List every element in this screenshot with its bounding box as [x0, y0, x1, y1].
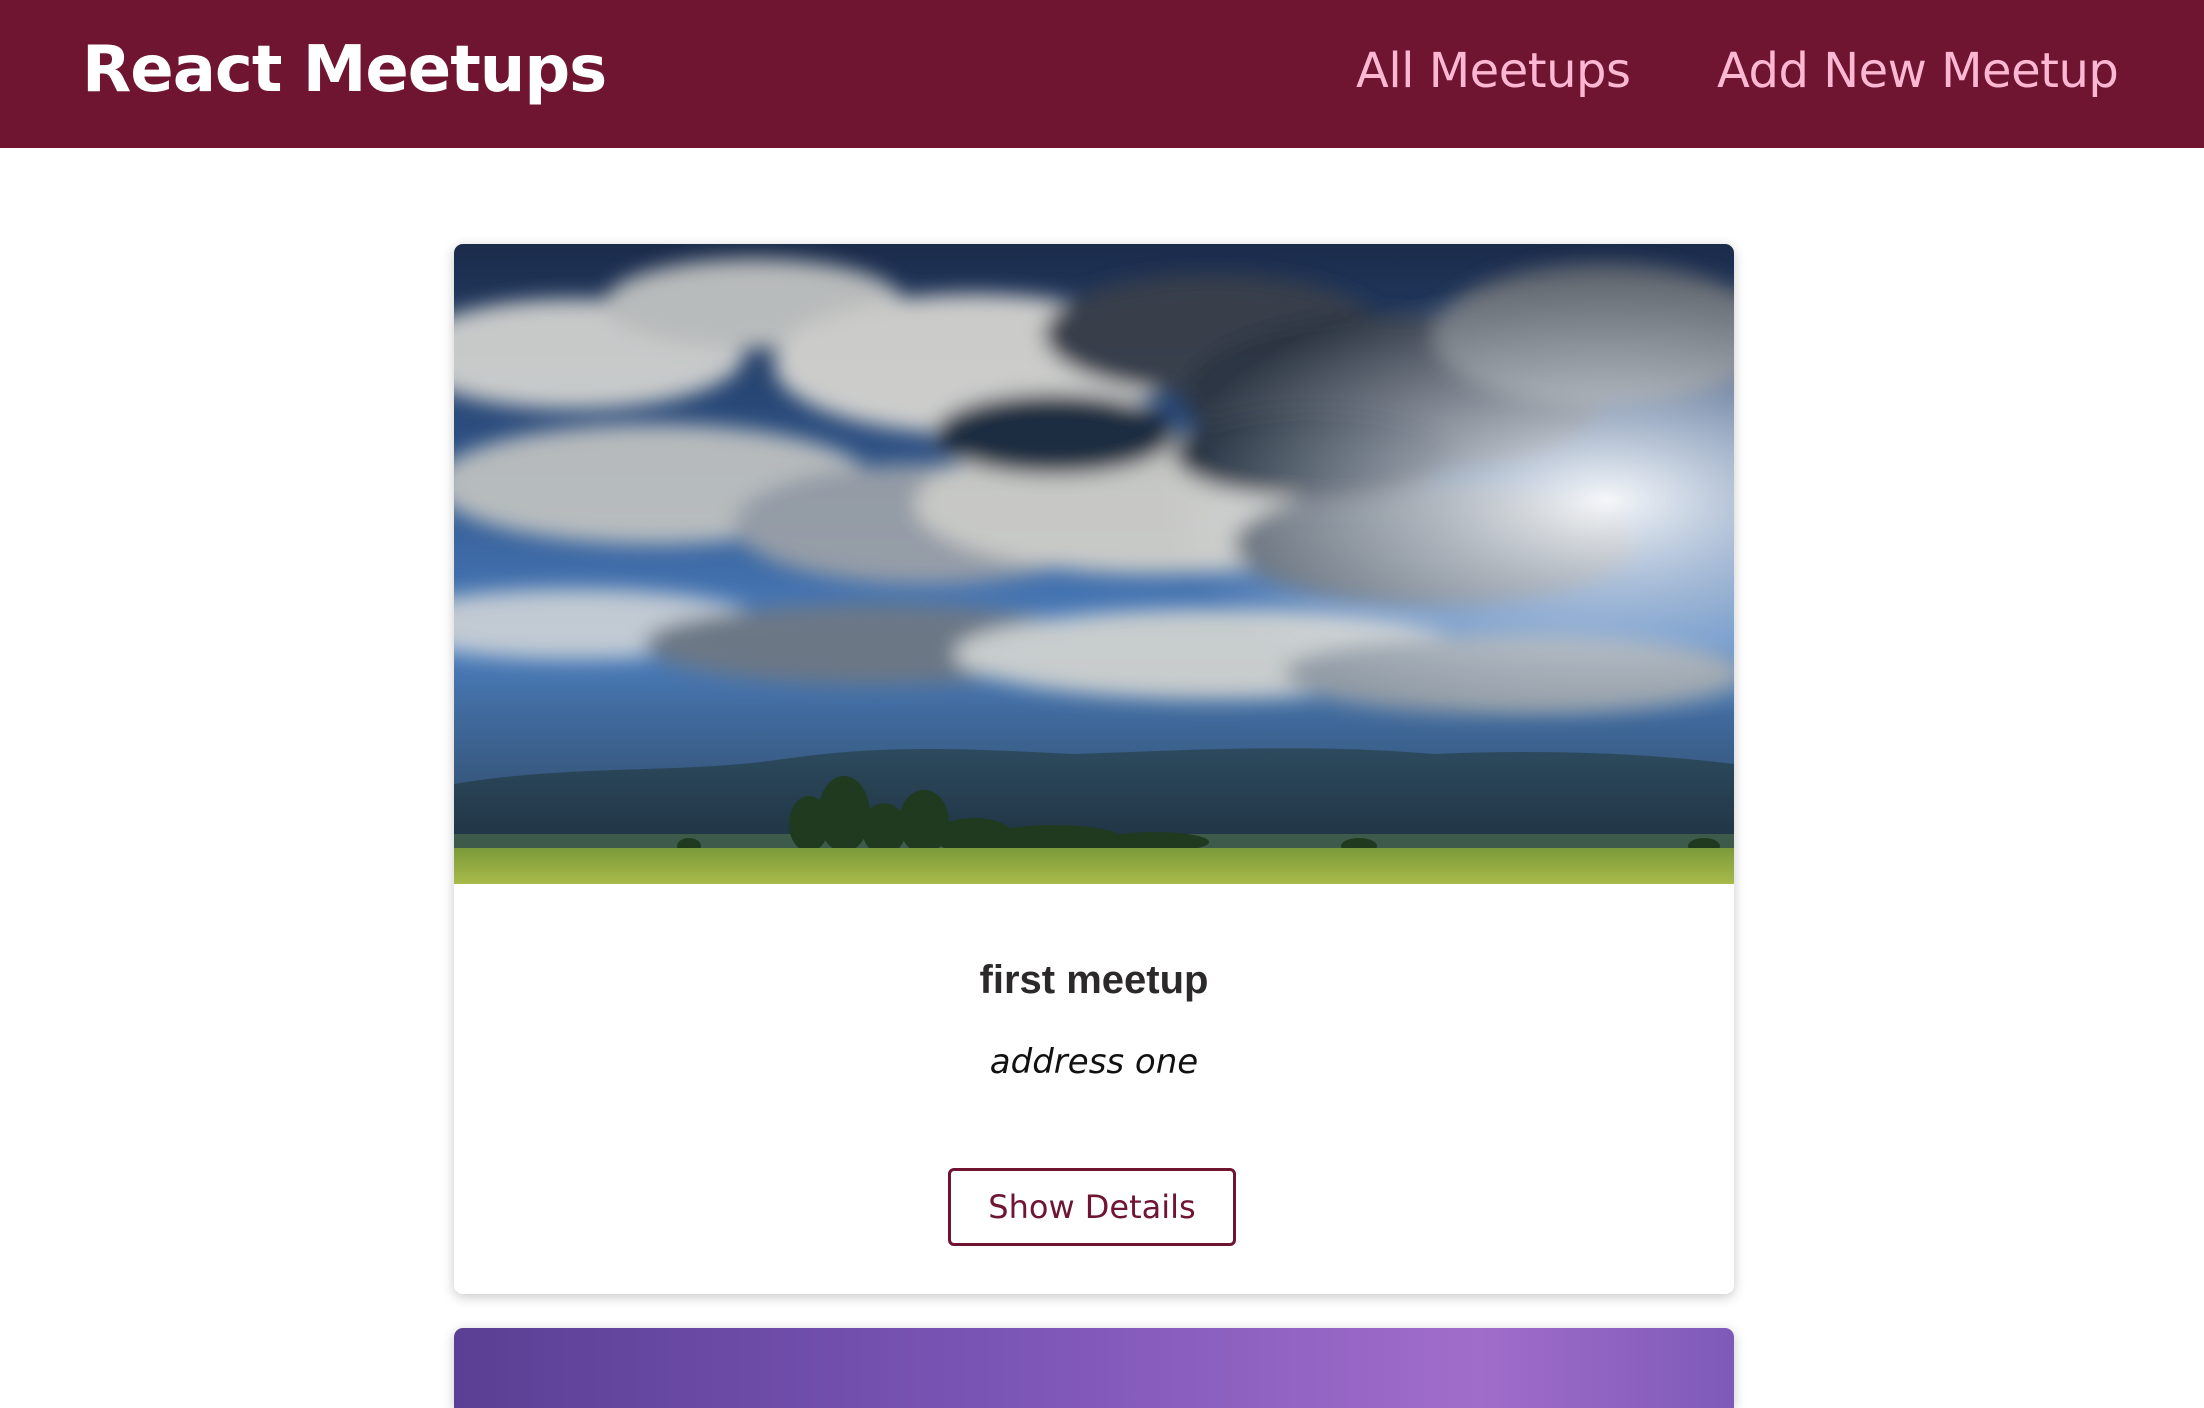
- nav-link-add-new-meetup[interactable]: Add New Meetup: [1717, 36, 2119, 106]
- meetup-card: first meetup address one Show Details: [454, 244, 1734, 1294]
- meetup-title: first meetup: [979, 958, 1209, 1002]
- app-header: React Meetups All Meetups Add New Meetup: [0, 0, 2204, 148]
- meetup-image: [454, 244, 1734, 884]
- nav-link-all-meetups[interactable]: All Meetups: [1356, 36, 1631, 106]
- show-details-button[interactable]: Show Details: [948, 1168, 1236, 1246]
- meetup-address: address one: [989, 1042, 1199, 1082]
- meetup-image: [454, 1328, 1734, 1408]
- meetup-card: [454, 1328, 1734, 1408]
- app-logo: React Meetups: [82, 33, 607, 107]
